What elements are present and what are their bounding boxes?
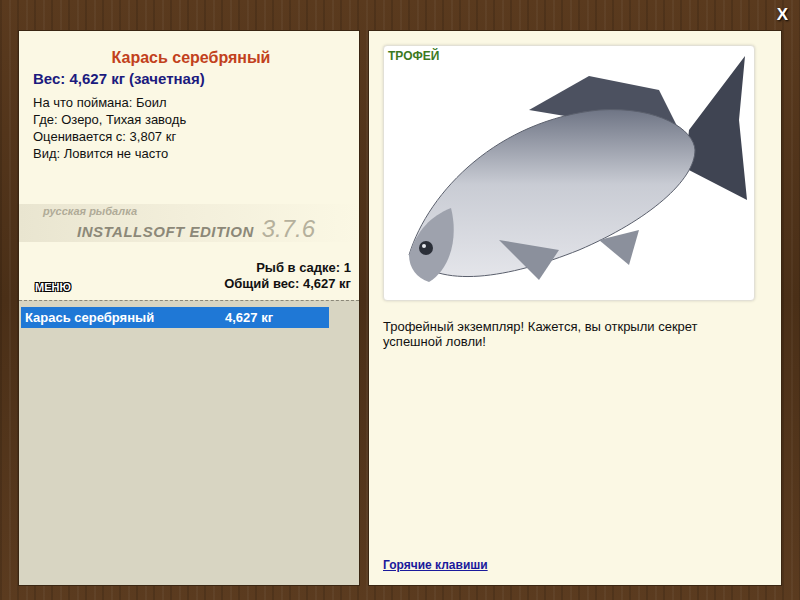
panels: Карась серебряный Вес: 4,627 кг (зачетная…	[18, 30, 782, 586]
logo-version: 3.7.6	[262, 217, 315, 241]
fish-detail: Вид: Ловится не часто	[33, 146, 349, 162]
catch-name: Карась серебряный	[25, 310, 225, 325]
fish-image	[389, 50, 749, 296]
menu-button[interactable]: МЕНЮ	[33, 280, 73, 294]
game-logo: русская рыбалка INSTALLSOFT EDITION 3.7.6	[19, 204, 359, 242]
fish-name: Карась серебряный	[33, 49, 349, 67]
catch-list: Карась серебряный4,627 кг	[19, 300, 359, 585]
logo-row: INSTALLSOFT EDITION 3.7.6	[43, 217, 359, 241]
header: X	[18, 0, 794, 30]
fish-details: На что поймана: БоилГде: Озеро, Тихая за…	[33, 95, 349, 162]
right-panel: ТРОФЕЙ Трофейный экземпляр! Кажется, вы о…	[368, 30, 782, 586]
keepnet-text: Рыб в садке: 1Общий вес: 4,627 кг	[224, 260, 351, 292]
trophy-badge: ТРОФЕЙ	[388, 49, 439, 63]
logo-edition: INSTALLSOFT EDITION	[77, 223, 254, 240]
fish-info: Карась серебряный Вес: 4,627 кг (зачетная…	[19, 31, 359, 162]
catch-message: Трофейный экземпляр! Кажется, вы открыли…	[383, 319, 743, 349]
catch-weight: 4,627 кг	[225, 310, 325, 325]
keepnet-total: Общий вес: 4,627 кг	[224, 276, 351, 292]
fish-detail: На что поймана: Боил	[33, 95, 349, 111]
close-button[interactable]: X	[771, 5, 794, 25]
catch-row[interactable]: Карась серебряный4,627 кг	[21, 307, 329, 328]
fish-detail: Где: Озеро, Тихая заводь	[33, 112, 349, 128]
fish-weight: Вес: 4,627 кг (зачетная)	[33, 70, 349, 87]
keepnet-count: Рыб в садке: 1	[224, 260, 351, 276]
keepnet-summary: МЕНЮ Рыб в садке: 1Общий вес: 4,627 кг	[19, 242, 359, 300]
logo-title: русская рыбалка	[43, 205, 359, 217]
game-window: X Карась серебряный Вес: 4,627 кг (зачетна…	[0, 0, 800, 600]
photo-card: ТРОФЕЙ	[383, 45, 755, 301]
left-panel: Карась серебряный Вес: 4,627 кг (зачетная…	[18, 30, 360, 586]
fish-detail: Оценивается с: 3,807 кг	[33, 129, 349, 145]
hotkeys-link[interactable]: Горячие клавиши	[383, 558, 488, 572]
